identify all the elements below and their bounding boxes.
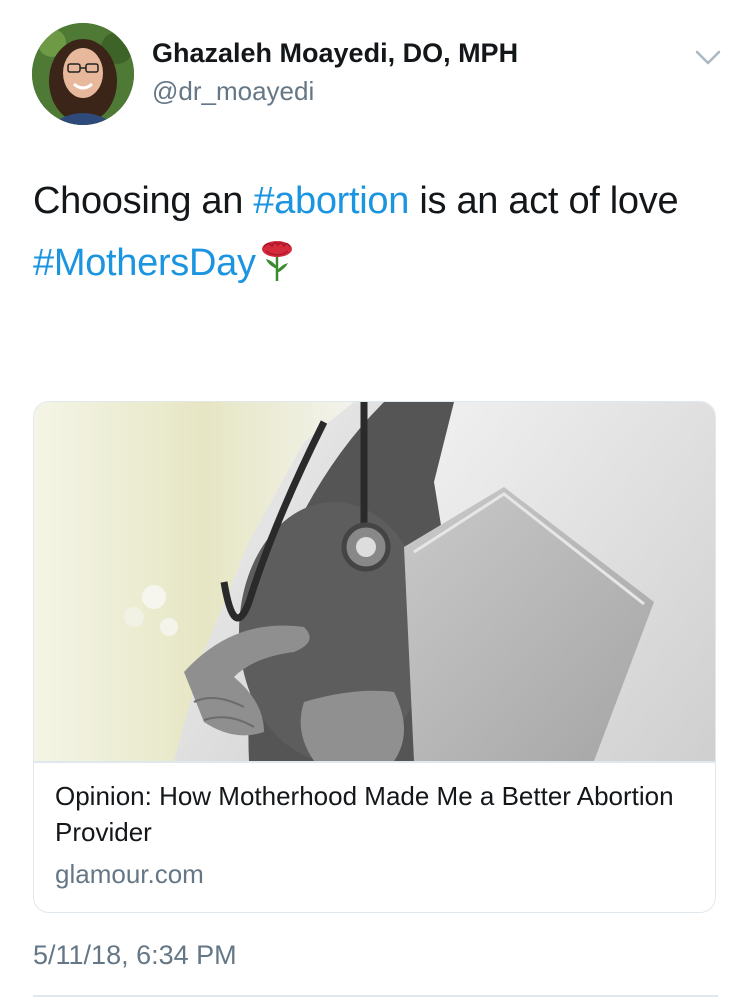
card-image[interactable]: [34, 402, 715, 761]
link-card[interactable]: Opinion: How Motherhood Made Me a Better…: [33, 401, 716, 913]
author-name[interactable]: Ghazaleh Moayedi, DO, MPH: [152, 38, 518, 69]
card-photo: [34, 402, 715, 761]
card-domain[interactable]: glamour.com: [55, 859, 204, 890]
chevron-down-icon[interactable]: [693, 46, 723, 68]
card-divider: [34, 761, 715, 763]
author-handle[interactable]: @dr_moayedi: [152, 76, 314, 107]
tweet-timestamp[interactable]: 5/11/18, 6:34 PM: [33, 940, 237, 971]
tweet-text-after: is an act of love: [409, 180, 679, 222]
card-title[interactable]: Opinion: How Motherhood Made Me a Better…: [55, 778, 695, 850]
bottom-divider: [33, 995, 718, 997]
tweet-text-before: Choosing an: [33, 180, 254, 222]
avatar[interactable]: [32, 23, 134, 125]
rose-icon: [261, 241, 292, 281]
hashtag-mothersday[interactable]: #MothersDay: [33, 242, 256, 284]
tweet-text: Choosing an #abortion is an act of love …: [33, 170, 723, 294]
avatar-photo: [32, 23, 134, 125]
hashtag-abortion[interactable]: #abortion: [253, 180, 409, 222]
